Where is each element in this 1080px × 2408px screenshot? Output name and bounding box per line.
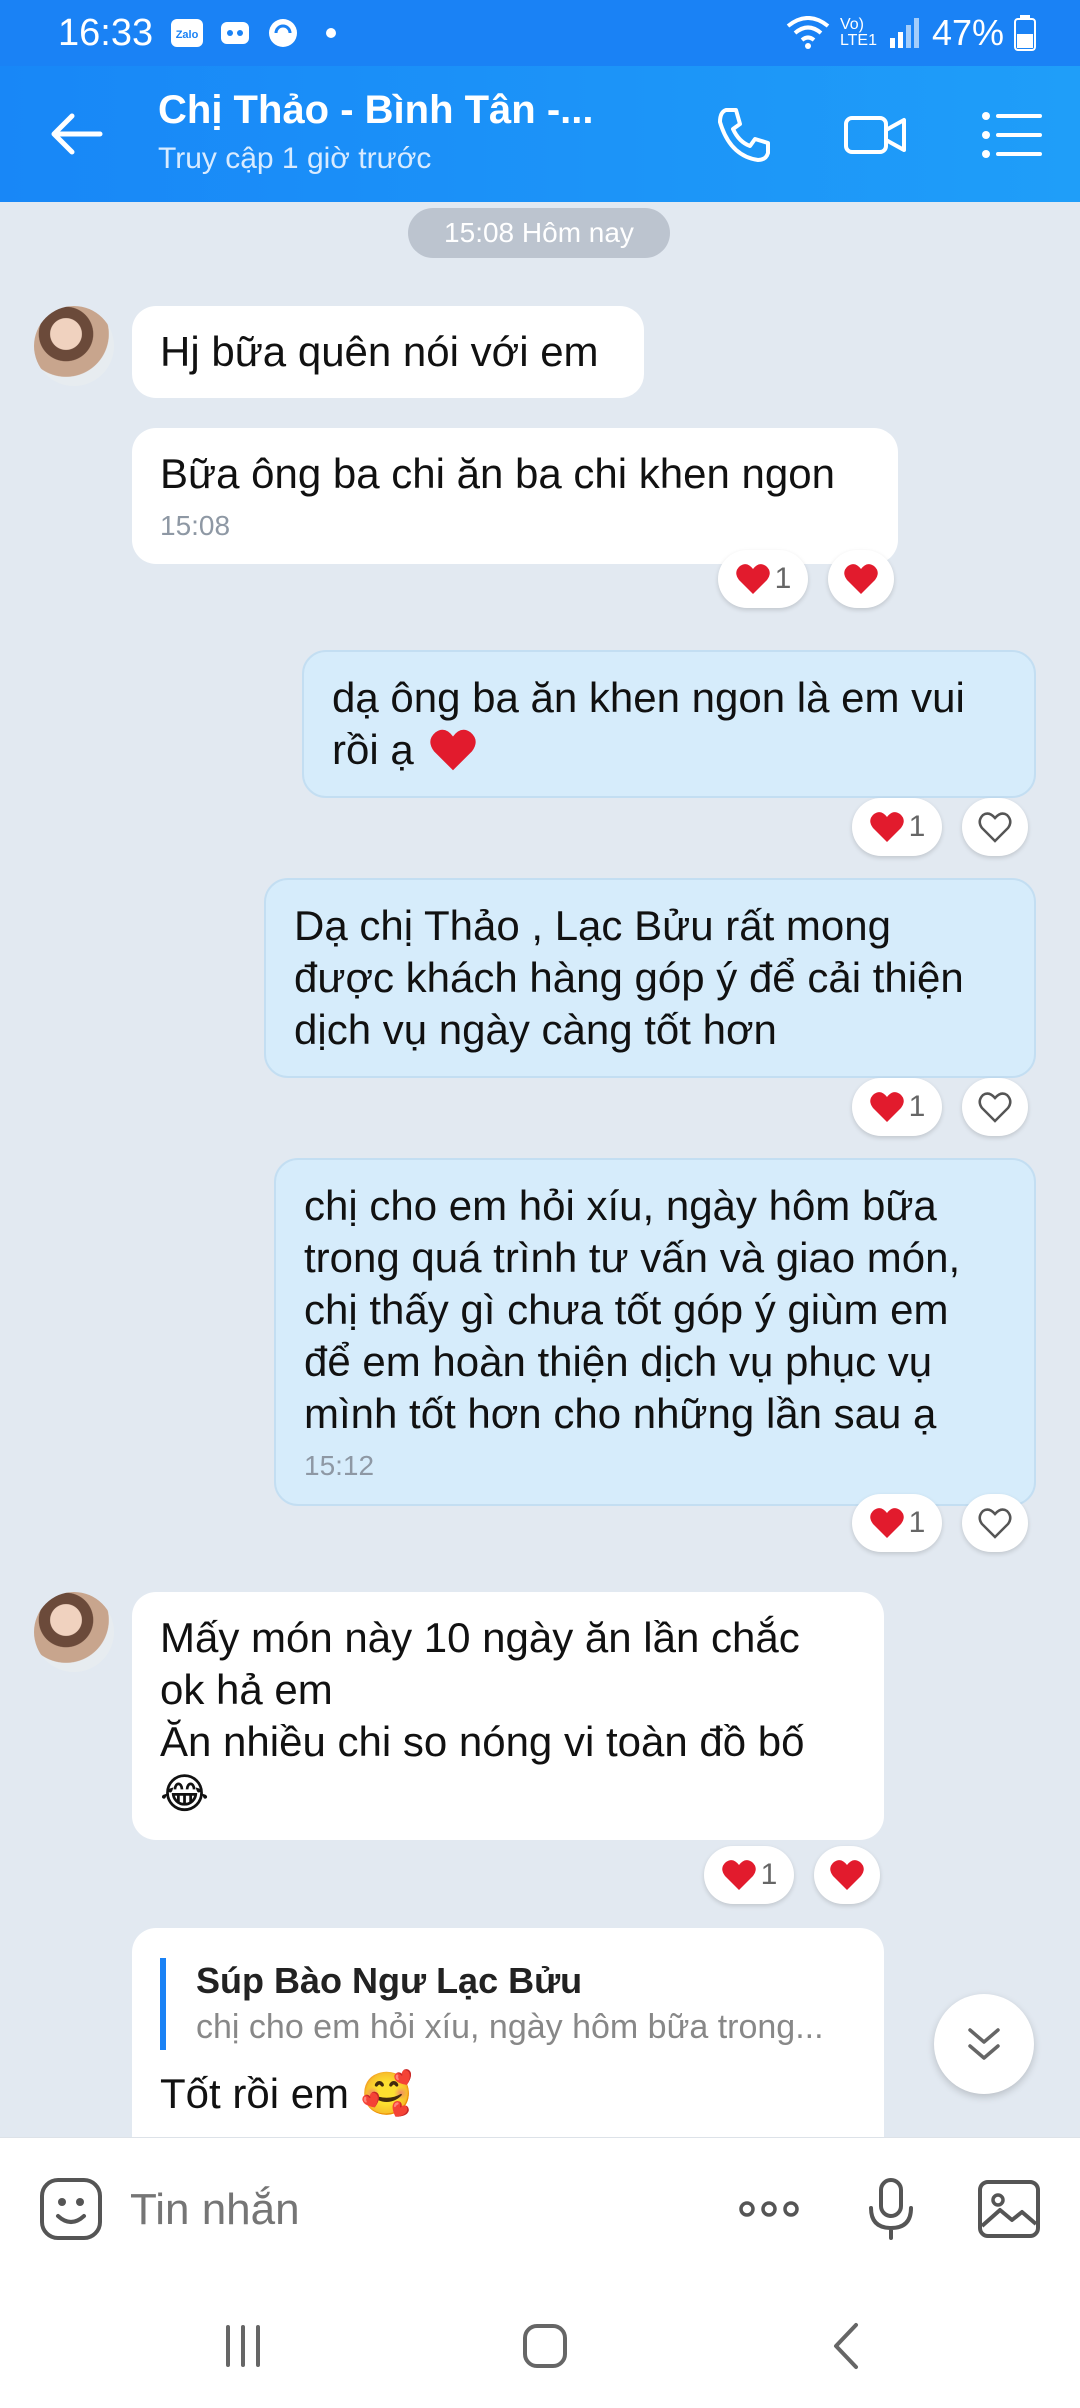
wifi-icon [786,16,830,49]
heart-icon [830,1860,864,1890]
quoted-sender: Súp Bào Ngư Lạc Bửu [196,1960,583,2001]
message-bubble-reply[interactable]: Súp Bào Ngư Lạc Bửu chị cho em hỏi xíu, … [132,1928,884,2137]
signal-icon [889,18,919,48]
chat-options-icon[interactable] [978,102,1044,168]
more-notifications-dot [312,16,350,50]
reaction-count: 1 [908,1506,926,1539]
video-call-icon[interactable] [842,102,908,168]
heart-outline-icon [978,812,1012,843]
more-options-icon[interactable] [734,2174,804,2244]
sticker-icon[interactable] [36,2174,106,2244]
phone-call-icon[interactable] [710,102,776,168]
message-input[interactable] [130,2178,690,2242]
zalo-notification-icon: Zalo [168,16,206,50]
reaction-count: 1 [774,562,792,595]
message-text: Bữa ông ba chi ăn ba chi khen ngon [160,450,835,497]
heart-icon [735,564,770,594]
home-icon[interactable] [510,2311,580,2381]
reaction-count-badge[interactable]: 1 [852,1494,942,1552]
recent-apps-icon[interactable] [208,2311,278,2381]
heart-outline-icon [978,1508,1012,1539]
status-bar: 16:33 Zalo Vo) LTE1 47% [0,0,1080,66]
message-text: chị cho em hỏi xíu, ngày hôm bữa [304,1182,937,1229]
message-text: dạ ông ba ăn khen ngon là em vui [332,674,965,721]
message-timestamp: 15:12 [304,1450,375,1481]
message-text: chị thấy gì chưa tốt góp ý giùm em [304,1286,949,1333]
message-text: dịch vụ ngày càng tốt hơn [294,1006,777,1053]
heart-outline-icon [978,1092,1012,1123]
laughing-emoji: 😂 [160,1770,210,1817]
heart-emoji [430,729,476,771]
reaction-count: 1 [908,810,926,843]
message-bubble-incoming[interactable]: Mấy món này 10 ngày ăn lần chắc ok hả em… [132,1592,884,1840]
react-button[interactable] [814,1846,880,1904]
last-seen-status: Truy cập 1 giờ trước [158,142,432,175]
message-text: ok hả em [160,1666,333,1713]
quoted-text: chị cho em hỏi xíu, ngày hôm bữa trong..… [196,2008,824,2046]
contact-avatar[interactable] [34,1592,114,1672]
time-separator: 15:08 Hôm nay [408,208,670,258]
heart-icon [869,812,904,842]
message-text: Dạ chị Thảo , Lạc Bửu rất mong [294,902,891,949]
message-text: Hj bữa quên nói với em [160,328,599,375]
double-chevron-down-icon [968,2028,1000,2060]
notification-icons: Zalo [168,16,350,50]
microphone-icon[interactable] [856,2174,926,2244]
reaction-count: 1 [760,1858,778,1891]
message-text: Mấy món này 10 ngày ăn lần chắc [160,1614,800,1661]
system-nav-bar [0,2281,1080,2408]
reaction-count-badge[interactable]: 1 [852,1078,942,1136]
shop-notification-icon [216,16,254,50]
sync-notification-icon [264,16,302,50]
message-text: được khách hàng góp ý để cải thiện [294,954,964,1001]
status-time: 16:33 [58,12,154,54]
heart-icon [869,1508,904,1538]
reaction-count: 1 [908,1090,926,1123]
message-input-bar [0,2137,1080,2281]
message-list[interactable]: 15:08 Hôm nay Hj bữa quên nói với em Bữa… [0,202,1080,2137]
react-button[interactable] [962,1078,1028,1136]
message-text: Ăn nhiều chi so nóng vi toàn đồ bố [160,1718,805,1765]
contact-avatar[interactable] [34,306,114,386]
back-arrow-icon[interactable] [44,102,108,166]
message-bubble-incoming[interactable]: Hj bữa quên nói với em [132,306,644,398]
reaction-count-badge[interactable]: 1 [704,1846,794,1904]
network-type: Vo) LTE1 [839,16,877,49]
heart-icon [721,1860,756,1890]
scroll-to-bottom-button[interactable] [934,1994,1034,2094]
message-bubble-outgoing[interactable]: Dạ chị Thảo , Lạc Bửu rất mong được khác… [264,878,1036,1078]
svg-text:Zalo: Zalo [176,29,199,41]
battery-icon [1014,15,1036,51]
contact-name[interactable]: Chị Thảo - Bình Tân -... [158,88,594,133]
react-button[interactable] [962,798,1028,856]
quoted-message[interactable]: Súp Bào Ngư Lạc Bửu chị cho em hỏi xíu, … [160,1958,856,2050]
message-bubble-outgoing[interactable]: chị cho em hỏi xíu, ngày hôm bữa trong q… [274,1158,1036,1506]
reaction-count-badge[interactable]: 1 [852,798,942,856]
react-button[interactable] [828,550,894,608]
chat-header: Chị Thảo - Bình Tân -... Truy cập 1 giờ … [0,66,1080,202]
message-text: mình tốt hơn cho những lần sau ạ [304,1390,937,1437]
battery-percent: 47% [931,12,1004,53]
heart-icon [869,1092,904,1122]
message-text: Tốt rồi em 🥰 [160,2070,414,2117]
message-text: rồi ạ [332,726,414,773]
message-timestamp: 15:08 [160,510,231,541]
message-text: trong quá trình tư vấn và giao món, [304,1234,961,1281]
message-text: để em hoàn thiện dịch vụ phục vụ [304,1338,933,1385]
status-right: Vo) LTE1 47% [786,12,1036,54]
heart-icon [844,564,878,594]
react-button[interactable] [962,1494,1028,1552]
nav-back-icon[interactable] [812,2311,882,2381]
image-gallery-icon[interactable] [974,2174,1044,2244]
message-bubble-outgoing[interactable]: dạ ông ba ăn khen ngon là em vui rồi ạ [302,650,1036,798]
reaction-count-badge[interactable]: 1 [718,550,808,608]
message-bubble-incoming[interactable]: Bữa ông ba chi ăn ba chi khen ngon 15:08 [132,428,898,564]
